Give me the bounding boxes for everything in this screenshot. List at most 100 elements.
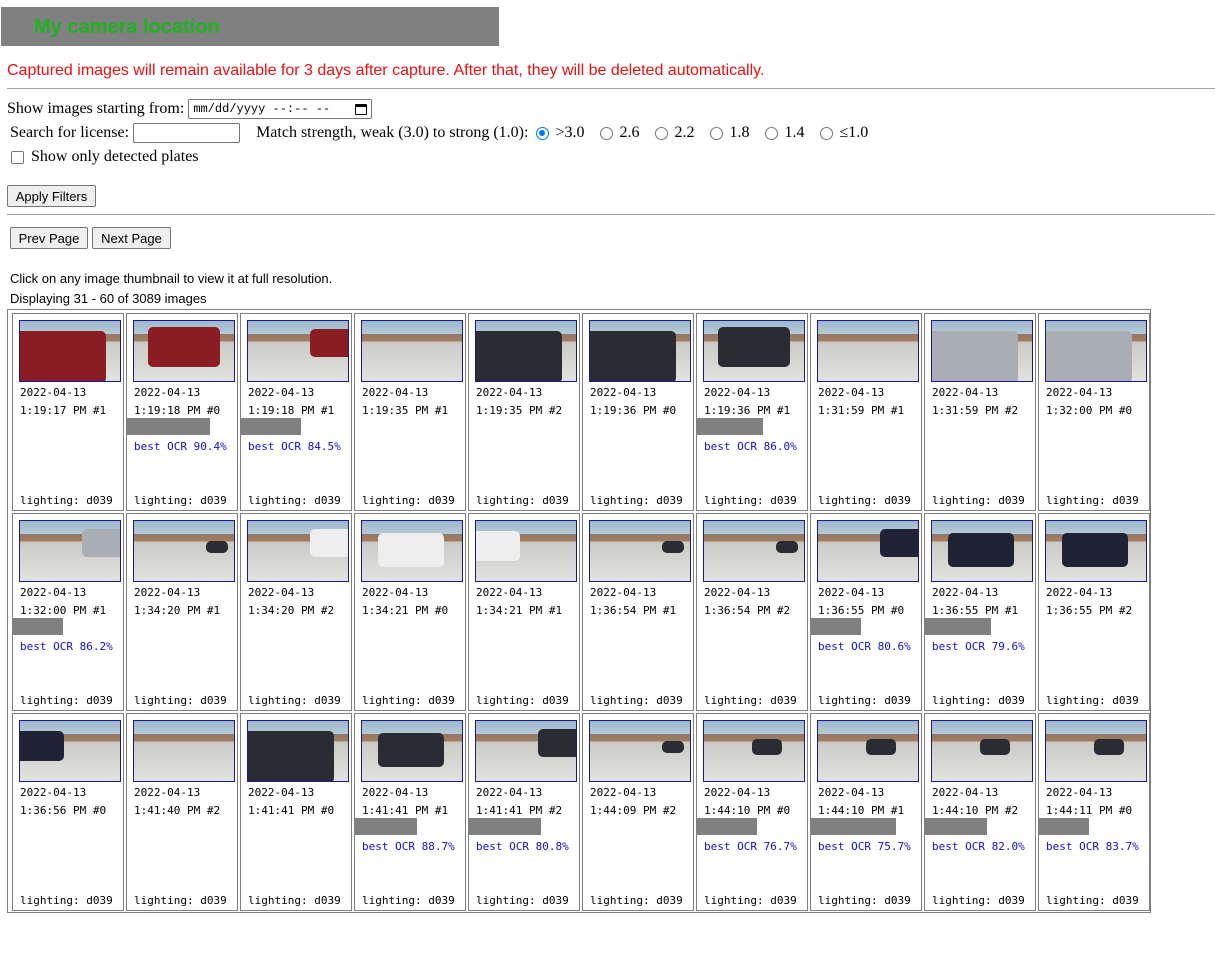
match-strength-options: >3.0 2.6 2.2 1.8 1.4 ≤1.0 <box>536 124 884 142</box>
image-thumbnail[interactable] <box>247 720 349 782</box>
radio-button[interactable] <box>600 126 614 140</box>
image-thumbnail[interactable] <box>703 520 805 582</box>
capture-time: 1:44:09 PM #2 <box>590 804 677 817</box>
image-thumbnail[interactable] <box>475 520 577 582</box>
image-thumbnail[interactable] <box>589 520 691 582</box>
capture-date: 2022-04-13 <box>476 386 543 399</box>
start-datetime-value: mm/dd/yyyy --:-- -- <box>193 102 331 116</box>
image-thumbnail[interactable] <box>589 320 691 382</box>
image-thumbnail[interactable] <box>1045 720 1147 782</box>
image-cell: 2022-04-13 1:36:55 PM #0 best OCR 80.6% lig… <box>810 513 922 711</box>
display-count: Displaying 31 - 60 of 3089 images <box>10 291 207 306</box>
image-thumbnail[interactable] <box>817 720 919 782</box>
image-thumbnail[interactable] <box>931 320 1033 382</box>
image-thumbnail[interactable] <box>703 320 805 382</box>
radio-button[interactable] <box>765 126 779 140</box>
calendar-icon[interactable] <box>355 103 368 115</box>
redacted-plate <box>127 418 210 435</box>
radio-button[interactable] <box>820 126 834 140</box>
lighting-code: lighting: d039 <box>1046 694 1139 707</box>
image-thumbnail[interactable] <box>817 320 919 382</box>
capture-time: 1:44:10 PM #0 <box>704 804 791 817</box>
detected-only-checkbox[interactable] <box>11 150 24 164</box>
image-thumbnail[interactable] <box>361 520 463 582</box>
radio-button[interactable] <box>536 126 550 140</box>
capture-time: 1:44:10 PM #2 <box>932 804 1019 817</box>
match-option-4[interactable]: 1.4 <box>765 124 804 142</box>
image-thumbnail[interactable] <box>361 320 463 382</box>
image-thumbnail[interactable] <box>1045 320 1147 382</box>
vehicle-shape <box>378 533 444 567</box>
vehicle-shape <box>82 529 120 557</box>
image-thumbnail[interactable] <box>817 520 919 582</box>
vehicle-shape <box>20 731 64 761</box>
redacted-plate <box>697 818 757 835</box>
image-thumbnail[interactable] <box>19 520 121 582</box>
page-title: My camera location <box>34 16 220 38</box>
lighting-code: lighting: d039 <box>362 894 455 907</box>
match-option-3[interactable]: 1.8 <box>710 124 749 142</box>
vehicle-shape <box>662 741 684 753</box>
image-cell: 2022-04-13 1:36:55 PM #2 lighting: d039 <box>1038 513 1150 711</box>
radio-button[interactable] <box>710 126 724 140</box>
image-thumbnail[interactable] <box>19 720 121 782</box>
image-cell: 2022-04-13 1:19:35 PM #2 lighting: d039 <box>468 313 580 511</box>
lighting-code: lighting: d039 <box>476 894 569 907</box>
redacted-plate <box>811 618 861 635</box>
image-thumbnail[interactable] <box>247 320 349 382</box>
capture-date: 2022-04-13 <box>362 586 429 599</box>
match-option-5[interactable]: ≤1.0 <box>820 124 868 142</box>
apply-filters-button[interactable]: Apply Filters <box>7 185 96 207</box>
image-thumbnail[interactable] <box>475 320 577 382</box>
image-thumbnail[interactable] <box>475 720 577 782</box>
search-filter-row: Search for license: Match strength, weak… <box>10 123 884 143</box>
image-thumbnail[interactable] <box>133 320 235 382</box>
image-thumbnail[interactable] <box>133 520 235 582</box>
capture-time: 1:41:40 PM #2 <box>134 804 221 817</box>
image-cell: 2022-04-13 1:41:40 PM #2 lighting: d039 <box>126 713 238 911</box>
image-cell: 2022-04-13 1:19:35 PM #1 lighting: d039 <box>354 313 466 511</box>
match-option-0[interactable]: >3.0 <box>536 124 584 142</box>
image-thumbnail[interactable] <box>247 520 349 582</box>
prev-page-button[interactable]: Prev Page <box>10 227 88 249</box>
lighting-code: lighting: d039 <box>590 894 683 907</box>
image-thumbnail[interactable] <box>703 720 805 782</box>
image-thumbnail[interactable] <box>589 720 691 782</box>
capture-time: 1:36:54 PM #1 <box>590 604 677 617</box>
image-thumbnail[interactable] <box>361 720 463 782</box>
match-strength-label: Match strength, weak (3.0) to strong (1.… <box>256 124 529 141</box>
radio-label: 1.4 <box>784 124 805 141</box>
start-datetime-input[interactable]: mm/dd/yyyy --:-- -- <box>188 99 373 119</box>
vehicle-shape <box>248 731 334 781</box>
image-thumbnail[interactable] <box>19 320 121 382</box>
detected-only-label: Show only detected plates <box>31 148 199 165</box>
capture-time: 1:19:35 PM #2 <box>476 404 563 417</box>
image-cell: 2022-04-13 1:32:00 PM #1 best OCR 86.2% lig… <box>12 513 124 711</box>
capture-time: 1:36:55 PM #2 <box>1046 604 1133 617</box>
redacted-plate <box>355 818 417 835</box>
image-cell: 2022-04-13 1:44:10 PM #1 best OCR 75.7% lig… <box>810 713 922 911</box>
image-thumbnail[interactable] <box>931 520 1033 582</box>
capture-time: 1:41:41 PM #0 <box>248 804 335 817</box>
next-page-button[interactable]: Next Page <box>92 227 171 249</box>
image-thumbnail[interactable] <box>133 720 235 782</box>
image-cell: 2022-04-13 1:31:59 PM #1 lighting: d039 <box>810 313 922 511</box>
capture-time: 1:34:20 PM #1 <box>134 604 221 617</box>
radio-label: 2.6 <box>619 124 640 141</box>
lighting-code: lighting: d039 <box>704 694 797 707</box>
lighting-code: lighting: d039 <box>932 694 1025 707</box>
match-option-2[interactable]: 2.2 <box>655 124 694 142</box>
lighting-code: lighting: d039 <box>134 494 227 507</box>
capture-time: 1:32:00 PM #1 <box>20 604 107 617</box>
vehicle-shape <box>880 529 918 557</box>
image-cell: 2022-04-13 1:44:09 PM #2 lighting: d039 <box>582 713 694 911</box>
license-search-input[interactable] <box>133 123 241 143</box>
image-thumbnail[interactable] <box>1045 520 1147 582</box>
image-cell: 2022-04-13 1:34:20 PM #1 lighting: d039 <box>126 513 238 711</box>
capture-date: 2022-04-13 <box>932 586 999 599</box>
divider <box>7 88 1215 89</box>
match-option-1[interactable]: 2.6 <box>600 124 639 142</box>
radio-button[interactable] <box>655 126 669 140</box>
image-thumbnail[interactable] <box>931 720 1033 782</box>
capture-date: 2022-04-13 <box>20 786 87 799</box>
